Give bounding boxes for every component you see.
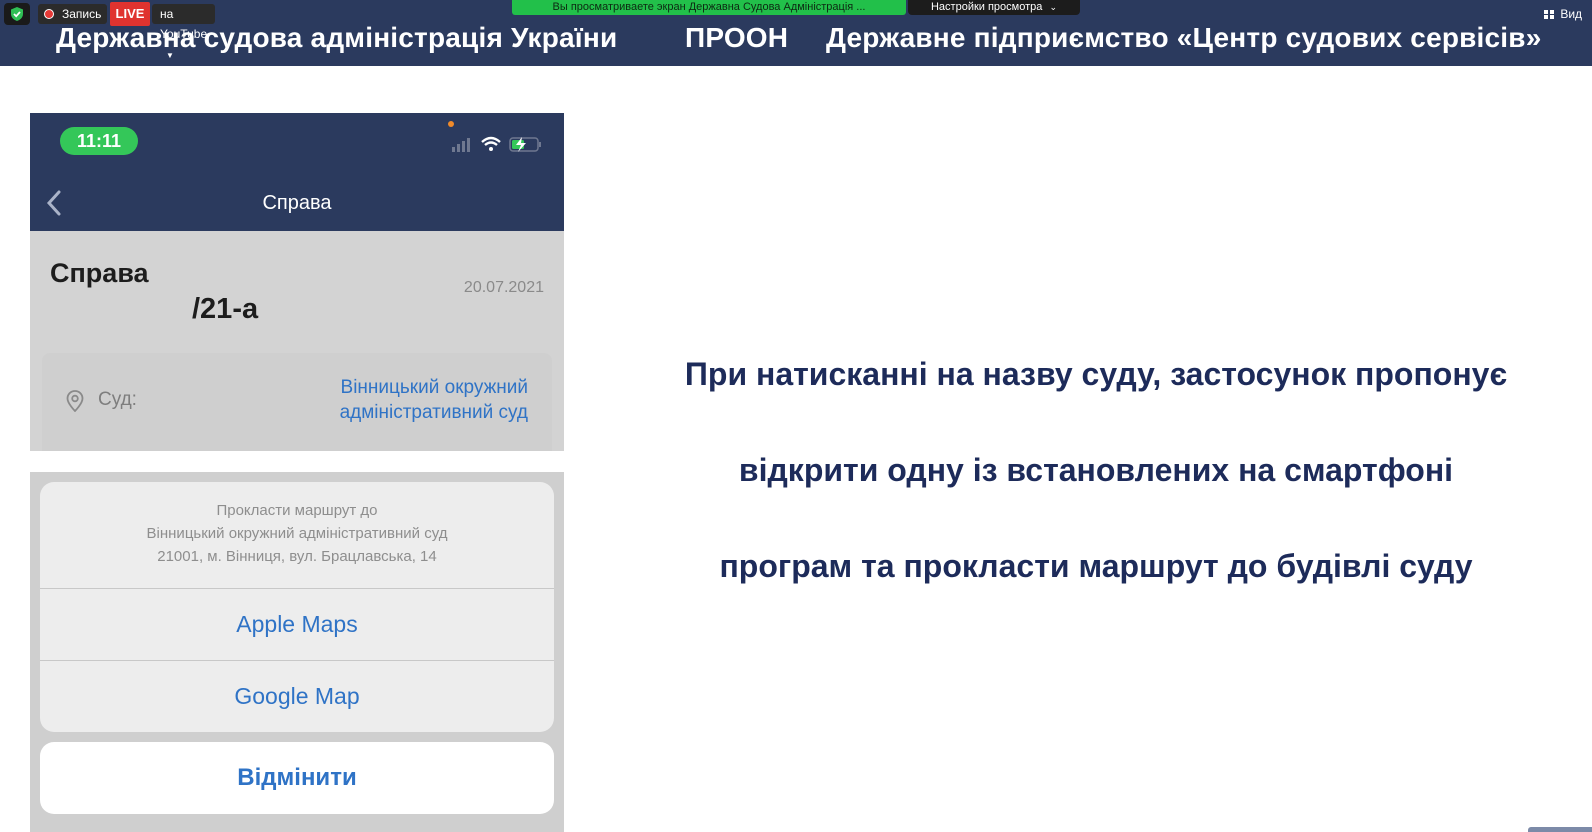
youtube-label: на YouTube — [160, 7, 208, 41]
banner-org-undp: ПРООН — [685, 22, 789, 53]
action-sheet-header: Прокласти маршрут до Вінницький окружний… — [40, 482, 554, 588]
case-date: 20.07.2021 — [463, 279, 544, 296]
dropdown-caret-icon: ▼ — [166, 51, 174, 60]
banner-org-court-services: Державне підприємство «Центр судових сер… — [826, 22, 1542, 53]
live-badge: LIVE — [110, 2, 150, 26]
apple-maps-option[interactable]: Apple Maps — [40, 588, 554, 660]
caption-line-3: програм та прокласти маршрут до будівлі … — [719, 548, 1473, 584]
action-sheet-address: 21001, м. Вінниця, вул. Брацлавська, 14 — [157, 548, 437, 565]
caption-line-1: При натисканні на назву суду, застосунок… — [684, 356, 1508, 392]
court-row[interactable]: Суд: Вінницький окружний адміністративни… — [42, 353, 552, 451]
google-map-option[interactable]: Google Map — [40, 660, 554, 732]
privacy-indicator-icon — [448, 121, 454, 127]
grid-view-icon — [1544, 10, 1554, 19]
corner-tab — [1528, 827, 1592, 832]
route-action-sheet: Прокласти маршрут до Вінницький окружний… — [40, 482, 554, 732]
youtube-stream-dropdown[interactable]: на YouTube ▼ — [152, 4, 216, 60]
phone-nav-header: 11:11 Справа — [30, 113, 564, 231]
record-label: Запись — [62, 7, 102, 21]
court-name-link[interactable]: Вінницький окружний адміністративний суд — [268, 375, 528, 425]
location-pin-icon — [66, 390, 84, 412]
cancel-button[interactable]: Відмінити — [40, 742, 554, 814]
nav-title: Справа — [262, 192, 332, 214]
record-dot-icon — [44, 9, 54, 19]
security-shield-icon[interactable] — [4, 3, 30, 25]
view-settings-label: Настройки просмотра — [930, 1, 1043, 13]
top-banner: Державна судова адміністрація України ПР… — [0, 0, 1592, 66]
signal-wifi-battery-icon — [452, 136, 541, 152]
caption-line-2: відкрити одну із встановлених на смартфо… — [738, 452, 1454, 488]
screen-share-notice: Вы просматриваете экран Державна Судова … — [512, 0, 906, 15]
case-label: Справа — [50, 258, 149, 288]
phone-screenshot-action-sheet: Прокласти маршрут до Вінницький окружний… — [30, 472, 564, 832]
status-icons — [452, 135, 544, 158]
action-sheet-court-name: Вінницький окружний адміністративний суд — [146, 525, 448, 542]
view-label: Вид — [1560, 7, 1583, 21]
phone-screenshot-case: 11:11 Справа Справа /21-а 20.07.2021 Суд… — [30, 113, 564, 451]
view-settings-button[interactable]: Настройки просмотра ⌄ — [908, 0, 1080, 15]
status-time: 11:11 — [60, 127, 138, 155]
record-button[interactable]: Запись — [38, 4, 108, 24]
case-number: /21-а — [192, 293, 259, 325]
action-sheet-title: Прокласти маршрут до — [216, 502, 378, 519]
chevron-down-icon: ⌄ — [1049, 2, 1057, 12]
court-label: Суд: — [98, 389, 137, 410]
view-button[interactable]: Вид — [1544, 4, 1582, 24]
